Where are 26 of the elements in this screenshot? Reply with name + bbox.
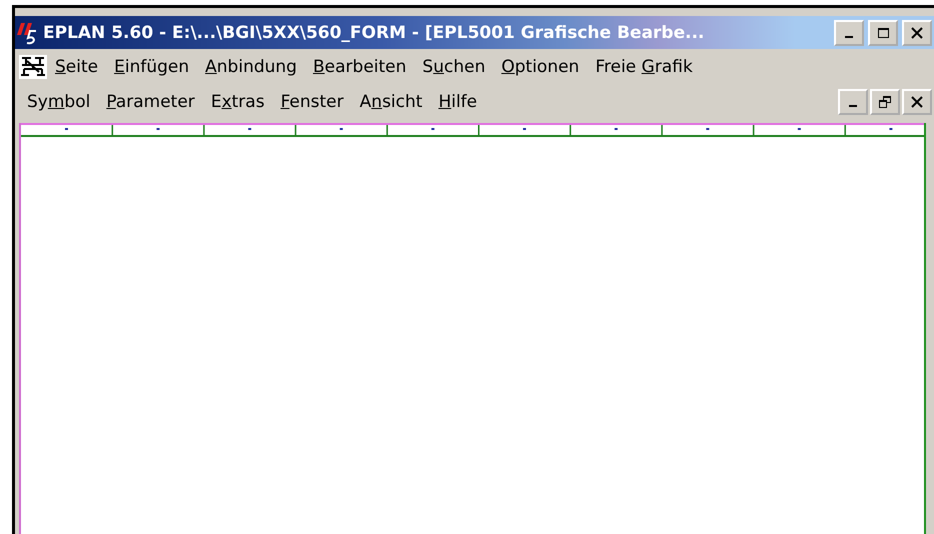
close-button[interactable] xyxy=(902,20,932,46)
minimize-icon xyxy=(849,104,857,106)
restore-icon xyxy=(878,94,892,108)
menu-item[interactable]: Symbol xyxy=(19,92,98,112)
menu-item[interactable]: Bearbeiten xyxy=(304,56,414,76)
minimize-icon xyxy=(845,36,853,38)
menu-item[interactable]: Freie Grafik xyxy=(587,56,701,76)
logo-icon xyxy=(17,20,39,44)
close-button[interactable] xyxy=(902,88,932,114)
restore-button[interactable] xyxy=(870,88,900,114)
menu-item[interactable]: Fenster xyxy=(272,92,352,112)
maximize-button[interactable] xyxy=(868,20,898,46)
minimize-button[interactable] xyxy=(834,20,864,46)
menu-item[interactable]: Hilfe xyxy=(430,92,486,112)
close-icon xyxy=(910,94,924,108)
menu-item[interactable]: Einfügen xyxy=(106,56,198,76)
window-title: EPLAN 5.60 - E:\...\BGI\5XX\560_FORM - [EPL5001 Grafische Bearbe... xyxy=(43,22,706,42)
menu-item[interactable]: Suchen xyxy=(414,56,494,76)
menu-item[interactable]: Ansicht xyxy=(352,92,430,112)
menu-item[interactable]: Seite xyxy=(47,56,106,76)
menu-item[interactable]: Parameter xyxy=(98,92,203,112)
menu-item[interactable]: Optionen xyxy=(493,56,588,76)
menu-item[interactable]: Extras xyxy=(202,92,273,112)
menu-item[interactable]: Anbindung xyxy=(197,56,305,76)
close-icon xyxy=(910,26,924,40)
minimize-button[interactable] xyxy=(838,88,868,114)
